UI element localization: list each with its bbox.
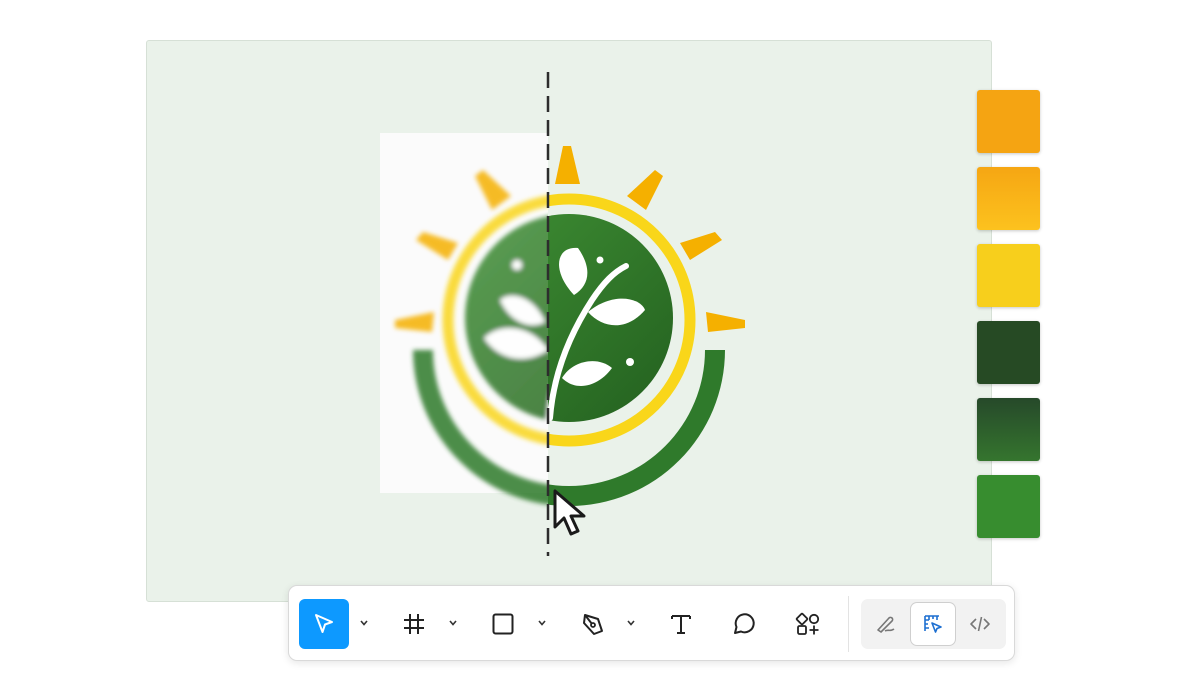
draw-mode-button[interactable] — [864, 603, 908, 645]
resources-tool-button[interactable] — [783, 599, 833, 649]
pen-tool-button[interactable] — [568, 599, 618, 649]
comment-tool-button[interactable] — [719, 599, 769, 649]
swatch-yellow[interactable] — [977, 244, 1040, 307]
rectangle-icon — [492, 613, 514, 635]
design-mode-button[interactable] — [911, 603, 955, 645]
pen-tool-menu-chevron[interactable] — [622, 614, 640, 632]
frame-tool-button[interactable] — [389, 599, 439, 649]
swatch-orange[interactable] — [977, 90, 1040, 153]
move-tool-menu-chevron[interactable] — [355, 614, 373, 632]
code-brackets-icon — [970, 616, 990, 632]
chevron-down-icon — [360, 620, 368, 626]
frame-tool-menu-chevron[interactable] — [444, 614, 462, 632]
move-tool-button[interactable] — [299, 599, 349, 649]
text-T-icon — [671, 615, 691, 634]
pen-scribble-icon — [877, 616, 895, 633]
chevron-down-icon — [538, 620, 546, 626]
chevron-down-icon — [449, 620, 457, 626]
toolbar-divider — [848, 596, 849, 652]
shapes-plus-icon — [795, 612, 820, 635]
swatch-dark-green[interactable] — [977, 321, 1040, 384]
dev-mode-button[interactable] — [958, 603, 1002, 645]
mode-switcher — [861, 599, 1006, 649]
swatch-green-gradient[interactable] — [977, 398, 1040, 461]
frame-hash-icon — [404, 614, 424, 634]
shape-tool-menu-chevron[interactable] — [533, 614, 551, 632]
shape-tool-button[interactable] — [478, 599, 528, 649]
text-tool-button[interactable] — [656, 599, 706, 649]
pen-nib-icon — [583, 614, 603, 635]
swatch-amber[interactable] — [977, 167, 1040, 230]
bottom-toolbar — [288, 585, 1015, 661]
speech-bubble-icon — [734, 613, 755, 634]
chevron-down-icon — [627, 620, 635, 626]
color-palette — [977, 90, 1041, 538]
cursor-arrow-icon — [315, 614, 333, 633]
swatch-leaf-green[interactable] — [977, 475, 1040, 538]
design-ruler-cursor-icon — [924, 615, 942, 633]
